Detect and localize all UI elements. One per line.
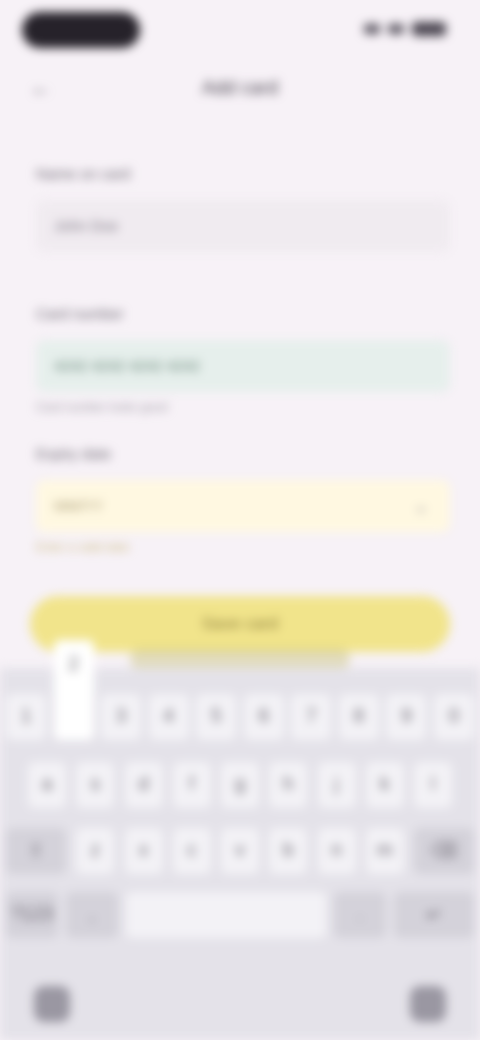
key[interactable]: j (317, 762, 356, 808)
name-field-group: Name on card John Doe (36, 166, 450, 252)
key[interactable]: 6 (243, 694, 284, 740)
key[interactable]: 7 (291, 694, 332, 740)
key[interactable]: 9 (386, 694, 427, 740)
soft-keyboard: 1 2 3 4 5 6 7 8 9 0 a s d f g h j k l ⇧ … (0, 640, 480, 1040)
card-number-label: Card number (36, 306, 124, 323)
key[interactable]: 8 (338, 694, 379, 740)
key-pressed[interactable]: 2 (53, 640, 94, 740)
key[interactable]: f (172, 762, 211, 808)
key[interactable]: b (269, 828, 308, 874)
button-shadow (130, 648, 350, 670)
key[interactable]: x (124, 828, 163, 874)
expiry-field-group: Expiry date MM/YY ⌄ Enter a valid date (36, 446, 450, 554)
save-card-label: Save card (201, 614, 279, 633)
status-pill (22, 12, 140, 48)
card-number-value: 4242 4242 4242 4242 (54, 357, 200, 375)
key[interactable]: m (365, 828, 404, 874)
keyboard-row-4: ?123 , . ↵ (0, 892, 480, 938)
card-number-input[interactable]: 4242 4242 4242 4242 (36, 340, 450, 392)
key[interactable]: h (269, 762, 308, 808)
keyboard-switch-icon[interactable] (410, 986, 446, 1022)
key[interactable]: v (221, 828, 259, 874)
card-number-helper: Card number looks good (36, 400, 168, 414)
page-title: Add card (201, 78, 279, 99)
expiry-helper: Enter a valid date (36, 540, 130, 554)
expiry-label: Expiry date (36, 446, 112, 463)
key[interactable]: a (28, 762, 66, 808)
key[interactable]: z (76, 828, 115, 874)
keyboard-row-3: ⇧ z x c v b n m ⌫ (0, 828, 480, 874)
key[interactable]: l (414, 762, 452, 808)
screen: ← Add card Name on card John Doe Card nu… (0, 0, 480, 1040)
battery-icon (412, 22, 446, 36)
keyboard-row-2: a s d f g h j k l (0, 762, 480, 808)
name-input[interactable]: John Doe (36, 200, 450, 252)
wifi-icon (388, 24, 404, 34)
key[interactable]: g (221, 762, 259, 808)
name-label: Name on card (36, 166, 131, 183)
card-number-field-group: Card number 4242 4242 4242 4242 Card num… (36, 306, 450, 414)
space-key[interactable] (126, 892, 326, 938)
navigation-bar (0, 960, 480, 1040)
key[interactable]: k (365, 762, 404, 808)
key[interactable]: 3 (101, 694, 142, 740)
key[interactable]: 4 (148, 694, 189, 740)
backspace-key[interactable]: ⌫ (414, 828, 474, 874)
period-key[interactable]: . (334, 892, 386, 938)
keyboard-hide-icon[interactable] (34, 986, 70, 1022)
key[interactable]: 0 (433, 694, 474, 740)
status-bar (0, 0, 480, 64)
key[interactable]: d (124, 762, 163, 808)
key[interactable]: n (317, 828, 356, 874)
comma-key[interactable]: , (66, 892, 118, 938)
signal-icon (364, 24, 380, 34)
status-icons (364, 22, 446, 36)
name-input-value: John Doe (54, 217, 119, 235)
chevron-down-icon[interactable]: ⌄ (410, 495, 432, 517)
shift-key[interactable]: ⇧ (6, 828, 66, 874)
keyboard-row-1: 1 2 3 4 5 6 7 8 9 0 (0, 640, 480, 740)
key[interactable]: c (172, 828, 211, 874)
key[interactable]: 1 (6, 694, 46, 740)
expiry-value: MM/YY (54, 497, 104, 515)
key[interactable]: 5 (196, 694, 237, 740)
expiry-input[interactable]: MM/YY ⌄ (36, 480, 450, 532)
app-bar: ← Add card (0, 64, 480, 112)
symbols-key[interactable]: ?123 (6, 892, 58, 938)
key[interactable]: s (76, 762, 115, 808)
enter-key[interactable]: ↵ (394, 892, 474, 938)
